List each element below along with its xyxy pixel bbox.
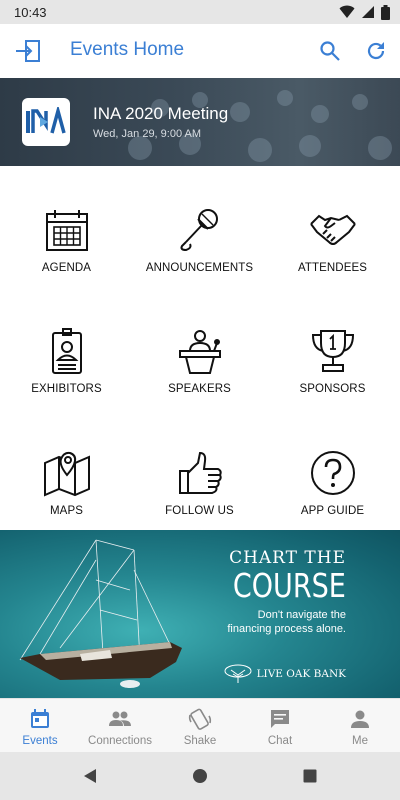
sailboat-illustration <box>19 539 182 688</box>
feature-grid: AGENDA ANNOUNCEMENTS ATTENDEES EXHIBITOR… <box>0 166 400 530</box>
tile-label: ATTENDEES <box>297 262 368 274</box>
recents-square-icon <box>303 769 317 783</box>
system-back-button[interactable] <box>78 764 102 788</box>
question-icon <box>310 451 355 495</box>
ina-logo-icon <box>26 107 66 134</box>
podium-icon <box>178 330 221 374</box>
nav-shake[interactable]: Shake <box>160 699 240 753</box>
calendar-icon <box>45 210 88 251</box>
tile-label: SPEAKERS <box>168 383 231 395</box>
tile-maps[interactable]: MAPS <box>0 409 133 529</box>
nav-me[interactable]: Me <box>320 699 400 753</box>
person-icon <box>351 710 369 728</box>
status-bar: 10:43 <box>0 0 400 24</box>
event-name: INA 2020 Meeting <box>93 104 229 123</box>
page-title: Events Home <box>70 39 185 60</box>
tile-announcements[interactable]: ANNOUNCEMENTS <box>133 166 266 286</box>
event-date: Wed, Jan 29, 9:00 AM <box>93 128 202 140</box>
nav-label: Shake <box>183 735 217 747</box>
tile-speakers[interactable]: SPEAKERS <box>133 287 266 407</box>
app-bar: Events Home <box>0 24 400 78</box>
nav-label: Connections <box>88 735 152 747</box>
refresh-icon <box>367 42 385 60</box>
tile-label: EXHIBITORS <box>31 383 102 395</box>
system-nav-bar <box>0 752 400 800</box>
refresh-button[interactable] <box>364 39 388 63</box>
ad-headline-line2: COURSE <box>232 566 346 605</box>
tile-label: AGENDA <box>41 262 92 274</box>
tile-label: APP GUIDE <box>300 505 365 517</box>
nav-connections[interactable]: Connections <box>80 699 160 753</box>
oak-tree-icon <box>224 664 252 683</box>
nav-label: Chat <box>267 735 293 747</box>
nav-label: Me <box>352 735 368 747</box>
shake-phone-icon <box>188 708 212 730</box>
ad-brand: LIVE OAK BANK <box>223 664 346 684</box>
exit-button[interactable] <box>14 37 42 65</box>
tile-label: MAPS <box>50 505 83 517</box>
tile-agenda[interactable]: AGENDA <box>0 166 133 286</box>
home-circle-icon <box>193 769 207 783</box>
tile-follow-us[interactable]: FOLLOW US <box>133 409 266 529</box>
nav-events[interactable]: Events <box>0 699 80 753</box>
event-banner[interactable]: INA 2020 Meeting Wed, Jan 29, 9:00 AM <box>0 78 400 166</box>
people-icon <box>109 711 131 726</box>
back-triangle-icon <box>84 769 96 783</box>
battery-icon <box>381 4 390 20</box>
search-button[interactable] <box>318 39 342 63</box>
handshake-icon <box>309 214 356 245</box>
nav-label: Events <box>22 735 58 747</box>
map-icon <box>43 451 90 497</box>
tile-sponsors[interactable]: SPONSORS <box>266 287 399 407</box>
sponsor-ad-banner[interactable]: CHART THE COURSE Don't navigate the fina… <box>0 530 400 698</box>
event-logo <box>22 98 70 146</box>
thumbs-up-icon <box>178 451 222 494</box>
tile-label: FOLLOW US <box>165 505 234 517</box>
trophy-icon <box>311 330 354 372</box>
system-home-button[interactable] <box>188 764 212 788</box>
calendar-icon <box>31 709 49 728</box>
search-icon <box>320 41 340 61</box>
nav-chat[interactable]: Chat <box>240 699 320 753</box>
id-badge-icon <box>51 328 82 374</box>
chat-icon <box>271 710 289 728</box>
tile-app-guide[interactable]: APP GUIDE <box>266 409 399 529</box>
ad-tagline-line1: Don't navigate the <box>257 609 346 621</box>
wifi-icon <box>339 5 355 18</box>
ad-tagline: Don't navigate the financing process alo… <box>227 608 346 636</box>
status-icons <box>339 4 390 20</box>
ad-brand-name: LIVE OAK BANK <box>256 668 346 680</box>
system-recents-button[interactable] <box>298 764 322 788</box>
signal-icon <box>362 6 374 18</box>
tile-label: ANNOUNCEMENTS <box>145 262 254 274</box>
ad-headline-line1: CHART THE <box>229 548 346 568</box>
ad-tagline-line2: financing process alone. <box>227 623 346 635</box>
exit-icon <box>16 40 40 62</box>
status-time: 10:43 <box>14 4 47 20</box>
tile-attendees[interactable]: ATTENDEES <box>266 166 399 286</box>
microphone-icon <box>180 209 218 252</box>
tile-label: SPONSORS <box>299 383 366 395</box>
tile-exhibitors[interactable]: EXHIBITORS <box>0 287 133 407</box>
bottom-nav: Events Connections Shake Chat Me <box>0 698 400 752</box>
